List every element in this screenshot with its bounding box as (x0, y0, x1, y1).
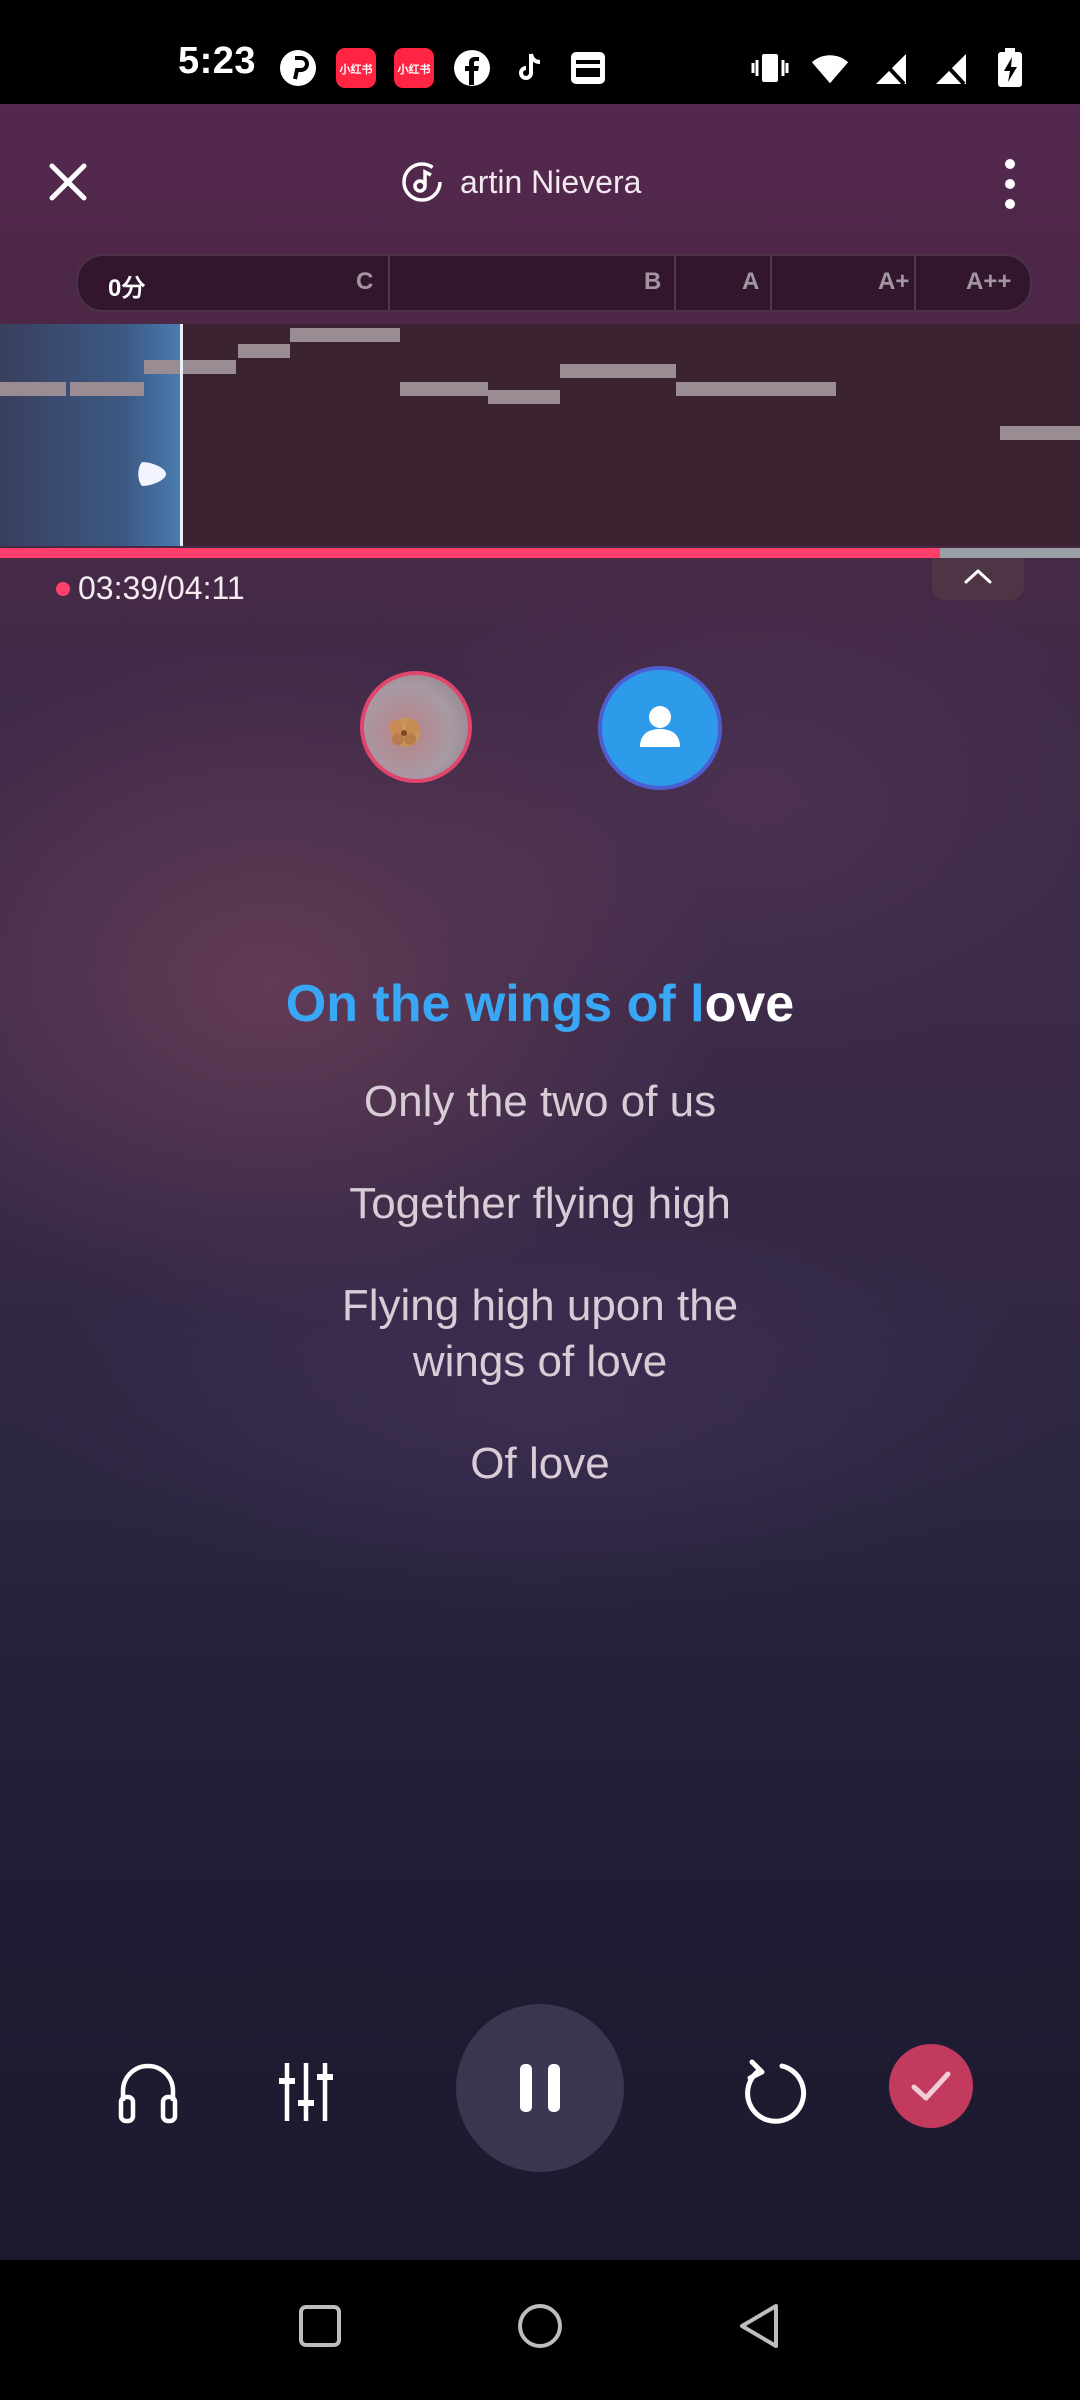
vibrate-icon (750, 48, 790, 88)
home-button[interactable] (510, 2296, 570, 2356)
wifi-icon (810, 48, 850, 88)
grade-divider (770, 256, 772, 310)
pitch-graph (0, 324, 1080, 546)
tiktok-icon (510, 48, 550, 88)
music-note-icon (402, 162, 442, 202)
time-readout: 03:39/04:11 (78, 570, 245, 606)
status-time: 5:23 (178, 40, 257, 82)
grade-c: C (356, 268, 374, 295)
flower-image (389, 720, 419, 745)
equalizer-icon (279, 2063, 333, 2121)
svg-text:小红书: 小红书 (397, 62, 431, 76)
system-icons (750, 48, 1030, 88)
playback-time: 03:39/04:11 (56, 570, 245, 607)
close-icon (49, 163, 87, 201)
pitch-note (238, 344, 290, 358)
score-bar: 0分 C B A A+ A++ (76, 254, 1032, 312)
song-info[interactable]: artin Nievera (400, 160, 641, 204)
svg-text:小红书: 小红书 (339, 62, 373, 76)
notification-icons: 小红书 小红书 (278, 48, 608, 88)
collapse-button[interactable] (932, 558, 1024, 600)
grade-a-plus: A+ (878, 268, 910, 295)
facebook-icon (452, 48, 492, 88)
lyric-line: Of love (470, 1439, 610, 1488)
battery-charging-icon (990, 48, 1030, 88)
score-value: 0分 (108, 275, 146, 302)
karaoke-screen: artin Nievera 0分 C B A A+ A++ 03:39/04:1… (0, 104, 1080, 2260)
chevron-up-icon (964, 569, 992, 584)
recents-icon (299, 2305, 341, 2347)
singer-avatar-default[interactable] (598, 666, 722, 790)
pause-button[interactable] (456, 2004, 624, 2172)
pitch-note (70, 382, 144, 396)
recents-button[interactable] (290, 2296, 350, 2356)
pause-icon (520, 2064, 560, 2112)
restart-button[interactable] (734, 2052, 814, 2132)
pitch-note (676, 382, 836, 396)
song-title: artin Nievera (460, 163, 642, 200)
inbox-icon (568, 48, 608, 88)
pinterest-icon (278, 48, 318, 88)
pitch-note (560, 364, 676, 378)
playback-controls (0, 2004, 1080, 2224)
pitch-note (0, 382, 66, 396)
singer-avatar-photo[interactable] (360, 671, 472, 783)
headphones-icon (118, 2063, 178, 2124)
equalizer-button[interactable] (268, 2054, 344, 2130)
grade-a-plus-plus: A++ (966, 268, 1012, 295)
pitch-note (290, 328, 400, 342)
more-options-button[interactable] (990, 154, 1030, 214)
pitch-note (400, 382, 488, 396)
navigation-bar (0, 2260, 1080, 2400)
grade-a: A (742, 268, 760, 295)
user-icon (640, 706, 680, 747)
current-lyric: On the wings of love (0, 974, 1080, 1034)
pitch-cursor (180, 324, 183, 546)
restart-icon (745, 2059, 807, 2124)
close-button[interactable] (44, 158, 92, 206)
pitch-note (1000, 426, 1080, 440)
status-bar: 5:23 小红书 小红书 (0, 0, 1080, 104)
xiaohongshu-icon: 小红书 (336, 48, 376, 88)
lyric-line: Only the two of us (363, 1077, 717, 1126)
progress-fill (0, 548, 940, 558)
pitch-indicator-icon (138, 462, 166, 486)
home-icon (518, 2304, 562, 2348)
lyrics-panel: On the wings of love Only the two of us … (0, 974, 1080, 1538)
back-button[interactable] (730, 2296, 790, 2356)
top-bar: artin Nievera (0, 104, 1080, 254)
grade-divider (388, 256, 390, 310)
no-signal-icon (930, 48, 970, 88)
grade-b: B (644, 268, 662, 295)
lyric-unsung-part: ove (704, 975, 795, 1033)
finish-button[interactable] (889, 2044, 973, 2128)
lyric-line: Together flying high (349, 1179, 731, 1228)
pitch-sung-region (0, 324, 180, 546)
grade-divider (914, 256, 916, 310)
check-icon (911, 2071, 951, 2101)
pitch-note (144, 360, 236, 374)
grade-divider (674, 256, 676, 310)
no-signal-icon (870, 48, 910, 88)
progress-bar[interactable] (0, 548, 1080, 558)
recording-dot (56, 581, 70, 596)
lyric-line: Flying high upon the wings of love (341, 1281, 739, 1386)
pitch-note (488, 390, 560, 404)
xiaohongshu-icon: 小红书 (394, 48, 434, 88)
lyric-sung-part: On the wings of l (285, 975, 705, 1033)
back-icon (740, 2304, 778, 2348)
headphones-button[interactable] (110, 2054, 186, 2130)
more-vertical-icon (1005, 159, 1015, 209)
